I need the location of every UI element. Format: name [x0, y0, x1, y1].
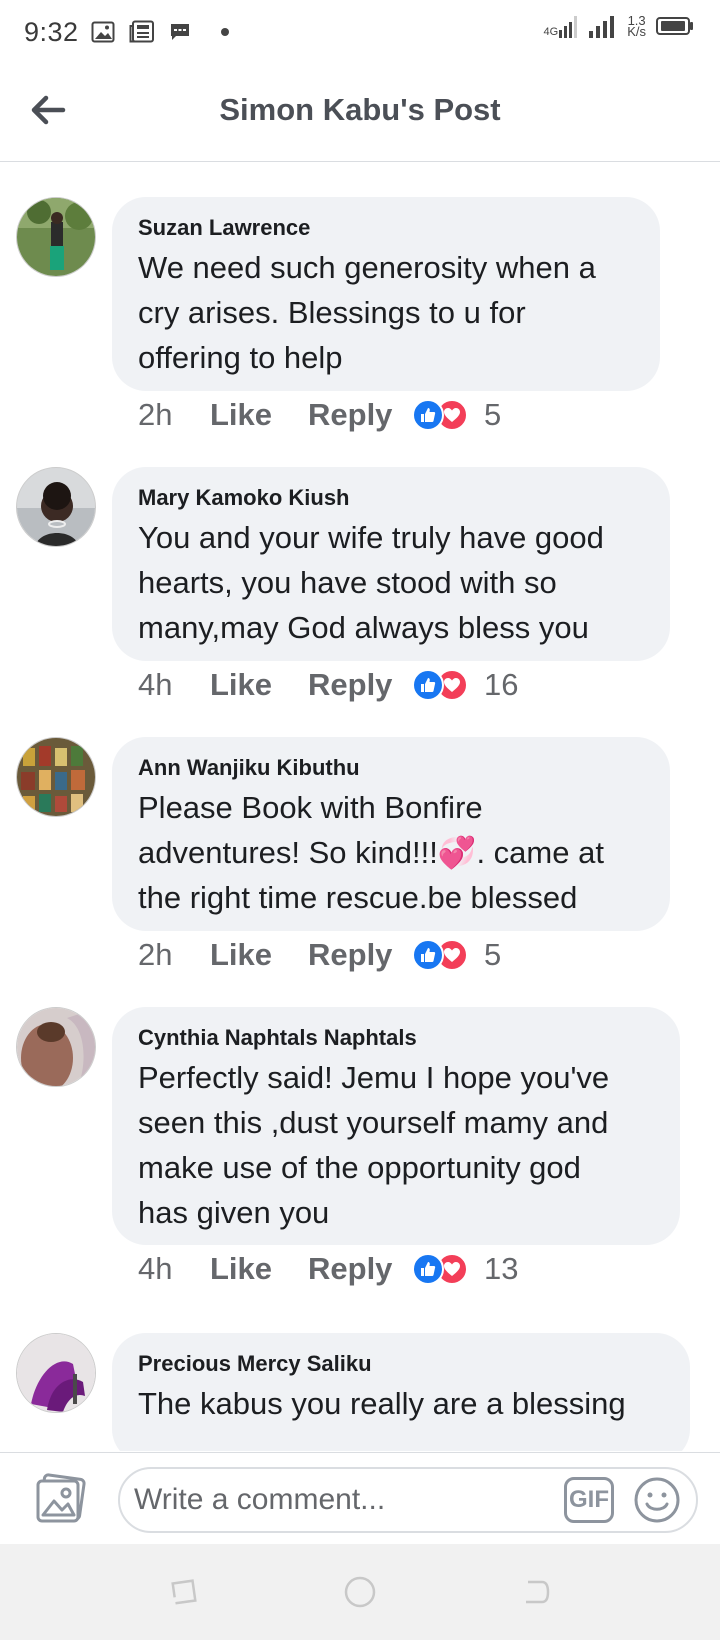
comment-meta: 4h Like Reply 13 — [138, 1247, 518, 1291]
app-header: Simon Kabu's Post — [0, 64, 720, 162]
comment-author[interactable]: Cynthia Naphtals Naphtals — [138, 1025, 654, 1051]
message-icon — [170, 24, 189, 40]
comment-time[interactable]: 4h — [138, 667, 210, 703]
comment-input-field[interactable]: GIF — [118, 1467, 698, 1533]
comment-author[interactable]: Ann Wanjiku Kibuthu — [138, 755, 644, 781]
comment-composer: GIF — [0, 1452, 720, 1544]
reply-button[interactable]: Reply — [308, 397, 412, 433]
gif-button[interactable]: GIF — [564, 1477, 614, 1523]
reaction-count[interactable]: 16 — [484, 667, 518, 703]
reactions[interactable] — [412, 1253, 468, 1285]
comment-bubble[interactable]: Precious Mercy Saliku The kabus you real… — [112, 1333, 690, 1451]
comment-time[interactable]: 2h — [138, 397, 210, 433]
notification-icons — [91, 20, 235, 44]
thumbs-up-icon — [412, 399, 444, 431]
thumbs-up-icon — [412, 669, 444, 701]
comments-list: Suzan Lawrence We need such generosity w… — [0, 163, 720, 1451]
system-nav-bar — [0, 1544, 720, 1640]
comment-time[interactable]: 2h — [138, 937, 210, 973]
gallery-icon — [91, 21, 115, 43]
comment-bubble[interactable]: Mary Kamoko Kiush You and your wife trul… — [112, 467, 670, 661]
status-right: 4G 1.3 K/s — [544, 14, 694, 38]
comment-author[interactable]: Suzan Lawrence — [138, 215, 634, 241]
comment-input[interactable] — [134, 1483, 534, 1517]
back-nav-icon — [526, 1580, 550, 1604]
comment-text: Perfectly said! Jemu I hope you've seen … — [138, 1060, 610, 1230]
photo-icon — [36, 1473, 86, 1523]
thumbs-up-icon — [412, 1253, 444, 1285]
comment-bubble[interactable]: Cynthia Naphtals Naphtals Perfectly said… — [112, 1007, 680, 1245]
news-icon — [129, 20, 154, 43]
reactions[interactable] — [412, 669, 468, 701]
status-bar: 9:32 4G 1.3 K/s — [0, 0, 720, 64]
net-speed: 1.3 K/s — [627, 13, 646, 39]
page-title: Simon Kabu's Post — [219, 92, 501, 127]
home-icon — [344, 1576, 376, 1608]
comment-meta: 4h Like Reply 16 — [138, 663, 518, 707]
comment-bubble[interactable]: Suzan Lawrence We need such generosity w… — [112, 197, 660, 391]
signal-icon — [559, 16, 578, 38]
back-nav-button[interactable] — [516, 1572, 556, 1612]
comment-author[interactable]: Mary Kamoko Kiush — [138, 485, 644, 511]
avatar[interactable] — [16, 467, 96, 547]
comment-text: We need such generosity when a cry arise… — [138, 250, 596, 375]
smiley-icon — [634, 1477, 680, 1523]
signal-icon-2 — [589, 16, 615, 38]
like-button[interactable]: Like — [210, 937, 308, 973]
comment-meta: 2h Like Reply 5 — [138, 933, 501, 977]
recent-apps-button[interactable] — [164, 1572, 204, 1612]
like-button[interactable]: Like — [210, 1251, 308, 1287]
reply-button[interactable]: Reply — [308, 1251, 412, 1287]
status-time: 9:32 — [24, 16, 79, 47]
reaction-count[interactable]: 5 — [484, 397, 501, 433]
emoji-button[interactable] — [632, 1475, 682, 1525]
comment-author[interactable]: Precious Mercy Saliku — [138, 1351, 664, 1377]
avatar[interactable] — [16, 1333, 96, 1413]
reply-button[interactable]: Reply — [308, 937, 412, 973]
comment-text: Please Book with Bonfire adventures! So … — [138, 790, 604, 915]
avatar[interactable] — [16, 197, 96, 277]
comment-bubble[interactable]: Ann Wanjiku Kibuthu Please Book with Bon… — [112, 737, 670, 931]
avatar[interactable] — [16, 737, 96, 817]
comment-text: The kabus you really are a blessing — [138, 1386, 626, 1421]
reactions[interactable] — [412, 399, 468, 431]
avatar[interactable] — [16, 1007, 96, 1087]
like-button[interactable]: Like — [210, 397, 308, 433]
thumbs-up-icon — [412, 939, 444, 971]
recent-apps-icon — [171, 1579, 197, 1605]
comment-meta: 2h Like Reply 5 — [138, 393, 501, 437]
reaction-count[interactable]: 13 — [484, 1251, 518, 1287]
photo-button[interactable] — [34, 1473, 86, 1525]
reactions[interactable] — [412, 939, 468, 971]
comment-text: You and your wife truly have good hearts… — [138, 520, 604, 645]
home-button[interactable] — [340, 1572, 380, 1612]
reaction-count[interactable]: 5 — [484, 937, 501, 973]
battery-icon — [656, 17, 693, 35]
dot-icon — [220, 28, 229, 36]
network-type: 4G — [544, 14, 580, 38]
comment-time[interactable]: 4h — [138, 1251, 210, 1287]
like-button[interactable]: Like — [210, 667, 308, 703]
reply-button[interactable]: Reply — [308, 667, 412, 703]
